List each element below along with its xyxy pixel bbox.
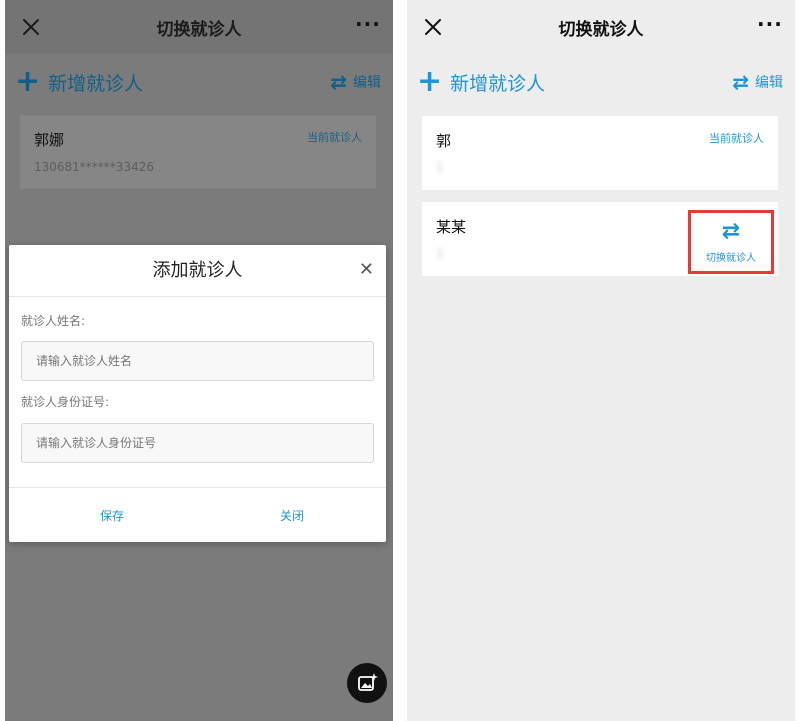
patient-card[interactable]: 郭娜 130681******33426 当前就诊人 [20,115,376,189]
close-button[interactable]: 关闭 [280,507,304,524]
current-patient-badge: 当前就诊人 [307,131,362,144]
patient-name: 某某 [436,218,467,236]
action-bar: + 新增就诊人 ⇄ 编辑 [407,60,795,104]
patient-name: 郭娜 [34,131,65,149]
switch-patient-label: 切换就诊人 [706,252,756,264]
plus-icon: + [15,64,41,99]
add-patient-label: 新增就诊人 [48,72,144,95]
swap-icon: ⇄ [330,70,347,94]
image-edit-button[interactable] [347,663,387,703]
more-icon[interactable]: ··· [757,14,782,38]
save-button[interactable]: 保存 [100,507,124,524]
top-bar: 切换就诊人 ··· [5,0,393,54]
name-input[interactable] [21,341,374,381]
id-number-input[interactable] [21,423,374,463]
current-patient-badge: 当前就诊人 [709,132,764,145]
patient-id-number: 1 [436,161,444,175]
top-bar: 切换就诊人 ··· [407,0,795,54]
name-field-label: 就诊人姓名: [21,314,86,328]
patient-name: 郭 [436,132,452,150]
screen-switch-patient: 切换就诊人 ··· + 新增就诊人 ⇄ 编辑 郭 1 当前就诊人 某某 1 ⇄ … [407,0,795,721]
swap-icon: ⇄ [732,70,749,94]
patient-card[interactable]: 郭 1 当前就诊人 [422,116,778,190]
dialog-close-icon[interactable]: ✕ [359,259,374,280]
page-title: 切换就诊人 [558,19,644,40]
action-bar: + 新增就诊人 ⇄ 编辑 [5,60,393,104]
patient-id-number: 1 [436,247,444,261]
plus-icon: + [417,64,443,99]
screen-add-patient: 切换就诊人 ··· + 新增就诊人 ⇄ 编辑 郭娜 130681******33… [5,0,393,721]
edit-button[interactable]: ⇄ 编辑 [732,70,783,94]
add-patient-dialog: 添加就诊人 ✕ 就诊人姓名: 就诊人身份证号: 保存 关闭 [9,245,386,542]
dialog-divider [9,487,386,488]
add-patient-label: 新增就诊人 [450,72,546,95]
close-icon[interactable] [19,15,43,39]
swap-icon: ⇄ [721,218,741,244]
patient-card[interactable]: 某某 1 ⇄ 切换就诊人 [422,202,778,276]
edit-label: 编辑 [353,75,381,91]
add-patient-button[interactable]: + 新增就诊人 [417,64,546,99]
page-title: 切换就诊人 [156,19,242,40]
close-icon[interactable] [421,15,445,39]
dialog-title: 添加就诊人 [9,245,386,297]
add-patient-button[interactable]: + 新增就诊人 [15,64,144,99]
patient-id-number: 130681******33426 [34,160,154,174]
id-field-label: 就诊人身份证号: [21,395,110,409]
switch-patient-button[interactable]: ⇄ 切换就诊人 [688,210,774,274]
edit-label: 编辑 [755,75,783,91]
image-sparkle-icon [358,673,378,691]
more-icon[interactable]: ··· [355,14,380,38]
edit-button[interactable]: ⇄ 编辑 [330,70,381,94]
